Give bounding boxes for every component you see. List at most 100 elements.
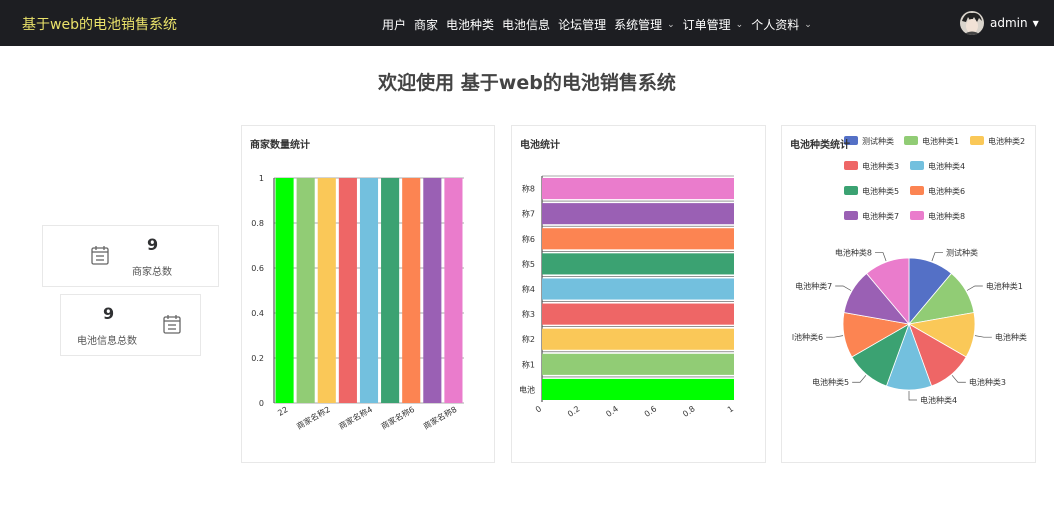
legend-swatch bbox=[844, 161, 858, 170]
y-tick-label: 0 bbox=[259, 399, 264, 408]
x-tick-label: 22 bbox=[276, 405, 289, 418]
x-tick-label: 0 bbox=[534, 404, 543, 414]
bar bbox=[444, 178, 463, 403]
y-tick-label: 0.8 bbox=[251, 219, 264, 228]
nav-item-battery-info[interactable]: 电池信息 bbox=[502, 16, 550, 33]
label-line bbox=[826, 335, 844, 338]
slice-label: 电池种类8 bbox=[835, 248, 872, 258]
x-tick-label: 1 bbox=[726, 404, 735, 414]
label-line bbox=[835, 285, 852, 291]
merchant-count-value: 9 bbox=[147, 235, 159, 254]
slice-label: 电池种类4 bbox=[920, 395, 957, 405]
legend-label: 电池种类2 bbox=[988, 136, 1025, 146]
y-tick-label: 称3 bbox=[522, 309, 535, 319]
bar bbox=[542, 353, 734, 375]
legend-label: 电池种类5 bbox=[862, 186, 899, 196]
bar bbox=[381, 178, 400, 403]
x-tick-label: 0.4 bbox=[604, 404, 620, 419]
nav-label: 电池种类 bbox=[446, 18, 495, 32]
slice-label: 电池种类3 bbox=[969, 377, 1006, 387]
y-tick-label: 称2 bbox=[522, 334, 535, 344]
bar bbox=[402, 178, 421, 403]
slice-label: 电池种类 bbox=[995, 332, 1027, 342]
label-line bbox=[951, 375, 966, 383]
bar bbox=[359, 178, 379, 403]
x-tick-label: 商家名称8 bbox=[421, 404, 458, 431]
battery-bar-chart: 电池 称1 称2 称3 称4 称5 称6 称7 称8 0 0.2 0.4 0.6 0.8 1 bbox=[519, 175, 735, 419]
bar bbox=[542, 278, 734, 300]
legend-label: 电池种类3 bbox=[862, 161, 899, 171]
nav-item-profile[interactable]: 个人资料 ⌄ bbox=[751, 16, 812, 33]
x-tick-label: 0.2 bbox=[566, 404, 582, 419]
label-line bbox=[875, 252, 887, 262]
page-title: 欢迎使用 基于web的电池销售系统 bbox=[378, 72, 676, 94]
x-tick-label: 0.8 bbox=[681, 404, 697, 419]
bar bbox=[423, 178, 442, 403]
battery-info-count-label: 电池信息总数 bbox=[77, 336, 137, 347]
bar bbox=[338, 178, 357, 403]
slice-label: l池种类6 bbox=[792, 332, 823, 342]
nav-item-battery-types[interactable]: 电池种类 bbox=[446, 16, 494, 33]
slice-label: 测试种类 bbox=[946, 248, 978, 258]
calendar-icon bbox=[163, 315, 181, 334]
legend-swatch bbox=[970, 136, 984, 145]
chevron-down-icon: ⌄ bbox=[667, 19, 675, 30]
legend-label: 电池种类6 bbox=[928, 186, 965, 196]
battery-type-pie-chart: 测试种类 电池种类1 电池种类2电池种类3 电池种类4电池种类5 电池种类6电池种类7 电… bbox=[792, 136, 1027, 405]
y-tick-label: 电池 bbox=[519, 384, 535, 394]
battery-chart-card: 电池统计 电池 称1 称2 称3 称4 称5 称6 称7 称8 0 0.2 0.4 0.6 0.8 1 bbox=[511, 125, 766, 463]
y-tick-label: 0.2 bbox=[251, 354, 264, 363]
nav-label: 商家 bbox=[414, 18, 439, 32]
merchant-chart-card: 商家数量统计 0 0.2 0.4 0.6 0.8 1 22 商家名称2 商家名称4 商家名称6 商家… bbox=[241, 125, 495, 463]
nav-item-forum[interactable]: 论坛管理 bbox=[558, 16, 606, 33]
bar bbox=[317, 178, 336, 403]
nav-label: 系统管理 bbox=[614, 18, 663, 32]
label-line bbox=[852, 375, 867, 383]
slice-label: 电池种类5 bbox=[812, 377, 849, 387]
main-nav: 用户 商家 电池种类 电池信息 论坛管理 系统管理 ⌄ 订单管理 ⌄ 个人资料 ⌄ bbox=[382, 16, 820, 33]
label-line bbox=[966, 285, 983, 291]
legend-swatch bbox=[910, 161, 924, 170]
nav-label: 用户 bbox=[382, 18, 407, 32]
bar bbox=[542, 253, 734, 275]
username: admin bbox=[990, 16, 1028, 30]
y-tick-label: 称5 bbox=[522, 259, 535, 269]
label-line bbox=[931, 252, 943, 262]
nav-label: 论坛管理 bbox=[558, 18, 607, 32]
label-line bbox=[974, 335, 992, 338]
nav-label: 电池信息 bbox=[502, 18, 551, 32]
nav-item-orders[interactable]: 订单管理 ⌄ bbox=[683, 16, 744, 33]
legend-swatch bbox=[910, 186, 924, 195]
nav-label: 订单管理 bbox=[682, 18, 731, 32]
chevron-down-icon: ⌄ bbox=[804, 19, 812, 30]
merchant-bar-chart: 0 0.2 0.4 0.6 0.8 1 22 商家名称2 商家名称4 商家名称6 商家名称8 bbox=[251, 174, 464, 431]
avatar bbox=[960, 11, 984, 35]
y-tick-label: 0.4 bbox=[251, 309, 264, 318]
caret-down-icon: ▼ bbox=[1032, 18, 1039, 28]
brand-title[interactable]: 基于web的电池销售系统 bbox=[22, 14, 177, 34]
nav-item-system[interactable]: 系统管理 ⌄ bbox=[614, 16, 675, 33]
bar bbox=[542, 328, 734, 350]
y-tick-label: 称4 bbox=[522, 284, 535, 294]
bar bbox=[542, 378, 734, 400]
battery-info-count-value: 9 bbox=[103, 304, 115, 323]
bar bbox=[542, 303, 734, 325]
legend-label: 测试种类 bbox=[862, 136, 894, 146]
legend-swatch bbox=[904, 136, 918, 145]
y-tick-label: 1 bbox=[259, 174, 264, 183]
merchant-count-card: 9 商家总数 bbox=[42, 225, 219, 287]
x-tick-label: 0.6 bbox=[643, 404, 659, 419]
bar bbox=[296, 178, 315, 403]
y-tick-label: 0.6 bbox=[251, 264, 264, 273]
nav-item-users[interactable]: 用户 bbox=[382, 16, 406, 33]
x-tick-label: 商家名称6 bbox=[379, 404, 416, 431]
nav-item-merchants[interactable]: 商家 bbox=[414, 16, 438, 33]
legend-label: 电池种类7 bbox=[862, 211, 899, 221]
label-line bbox=[908, 391, 917, 401]
x-tick-label: 商家名称4 bbox=[337, 404, 374, 431]
user-menu[interactable]: admin ▼ bbox=[960, 11, 1039, 35]
legend-label: 电池种类8 bbox=[928, 211, 965, 221]
top-navbar: 基于web的电池销售系统 用户 商家 电池种类 电池信息 论坛管理 系统管理 ⌄ … bbox=[0, 0, 1054, 46]
bar bbox=[542, 228, 734, 250]
x-tick-label: 商家名称2 bbox=[295, 404, 332, 431]
